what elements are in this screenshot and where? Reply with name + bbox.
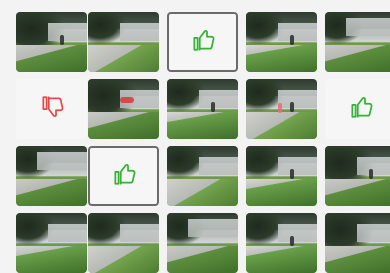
person-icon xyxy=(290,101,295,112)
person-icon xyxy=(290,235,295,246)
yard-area xyxy=(16,45,87,72)
yard-area xyxy=(246,179,317,206)
thumbnail-grid xyxy=(0,0,390,273)
camera-thumbnail[interactable] xyxy=(246,79,317,139)
house-area xyxy=(119,22,159,41)
camera-thumbnail[interactable] xyxy=(88,79,159,139)
yard-area xyxy=(88,45,159,72)
house-area xyxy=(346,18,390,36)
yard-area xyxy=(88,112,159,139)
thumbs-down-icon xyxy=(39,94,65,124)
person-icon xyxy=(290,168,295,179)
camera-thumbnail[interactable] xyxy=(246,146,317,206)
camera-thumbnail[interactable] xyxy=(16,146,87,206)
camera-thumbnail[interactable] xyxy=(88,213,159,273)
house-area xyxy=(37,152,87,170)
house-area xyxy=(356,156,390,175)
camera-thumbnail[interactable] xyxy=(16,12,87,72)
yard-area xyxy=(325,179,390,206)
person-icon xyxy=(369,168,374,179)
yard-area xyxy=(246,246,317,273)
house-area xyxy=(188,219,238,237)
person-icon xyxy=(211,101,216,112)
yard-area xyxy=(246,112,317,139)
house-area xyxy=(47,223,87,242)
camera-thumbnail[interactable] xyxy=(325,213,390,273)
house-area xyxy=(356,223,390,242)
camera-thumbnail[interactable] xyxy=(16,213,87,273)
camera-thumbnail[interactable] xyxy=(88,12,159,72)
yard-area xyxy=(16,179,87,206)
house-area xyxy=(198,156,238,175)
house-area xyxy=(277,89,317,108)
yard-area xyxy=(16,246,87,273)
yard-area xyxy=(167,179,238,206)
camera-thumbnail[interactable] xyxy=(246,213,317,273)
camera-thumbnail[interactable] xyxy=(167,146,238,206)
house-area xyxy=(277,223,317,242)
like-tile[interactable] xyxy=(325,79,390,139)
yard-area xyxy=(167,112,238,139)
yard-area xyxy=(167,246,238,273)
house-area xyxy=(277,22,317,41)
camera-thumbnail[interactable] xyxy=(167,213,238,273)
house-area xyxy=(198,89,238,108)
yard-area xyxy=(325,45,390,72)
person-icon xyxy=(60,34,65,45)
person-icon xyxy=(277,103,282,113)
dislike-tile[interactable] xyxy=(16,79,87,139)
camera-thumbnail[interactable] xyxy=(325,12,390,72)
house-area xyxy=(119,223,159,242)
yard-area xyxy=(246,45,317,72)
thumbs-up-icon xyxy=(190,27,216,57)
camera-thumbnail[interactable] xyxy=(325,146,390,206)
yard-area xyxy=(325,246,390,273)
person-icon xyxy=(290,34,295,45)
like-tile[interactable] xyxy=(88,146,159,206)
thumbs-up-icon xyxy=(348,94,374,124)
camera-thumbnail[interactable] xyxy=(246,12,317,72)
house-area xyxy=(277,156,317,175)
house-area xyxy=(47,22,87,41)
camera-thumbnail[interactable] xyxy=(167,79,238,139)
thumbs-up-icon xyxy=(111,161,137,191)
car-icon xyxy=(119,97,134,103)
like-tile[interactable] xyxy=(167,12,238,72)
yard-area xyxy=(88,246,159,273)
